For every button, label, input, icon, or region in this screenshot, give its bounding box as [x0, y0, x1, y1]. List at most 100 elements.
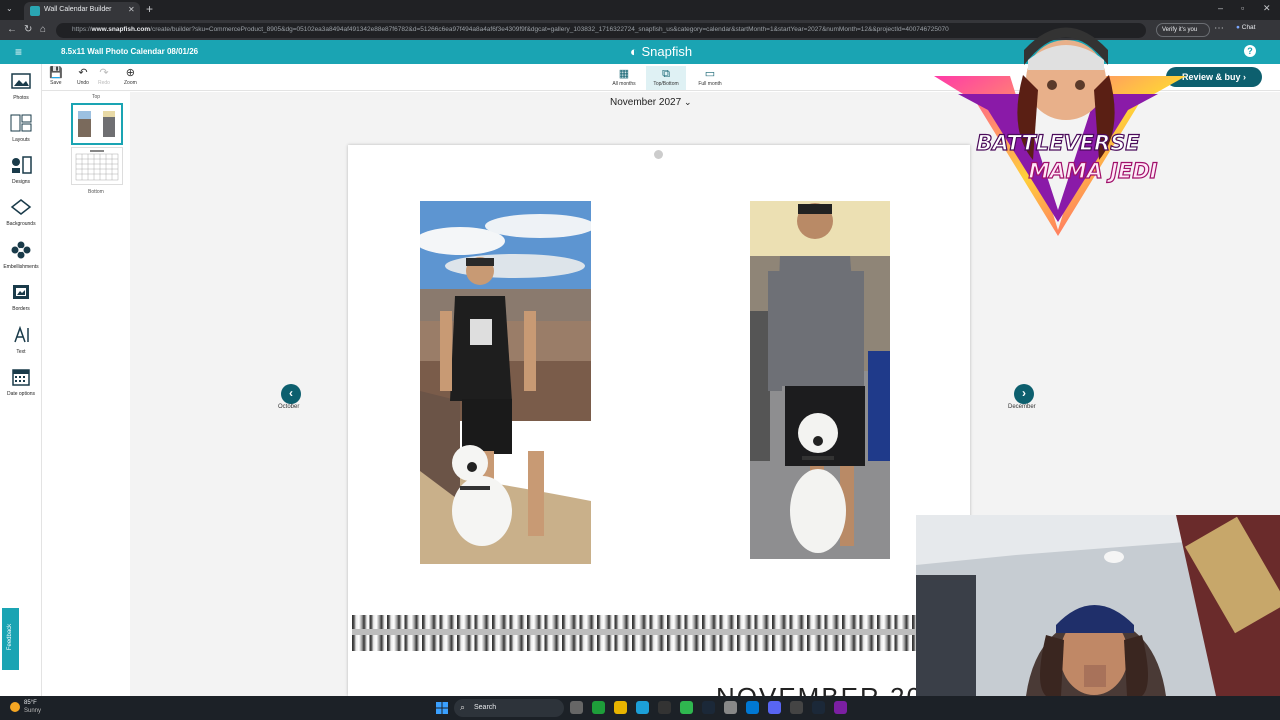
epic-games-icon[interactable]	[658, 701, 671, 714]
battleverse-logo: BATTLEVERSE MAMA JEDI	[934, 27, 1186, 236]
next-month-button[interactable]: ›	[1014, 384, 1034, 404]
maximize-icon[interactable]: ▫	[1241, 3, 1244, 13]
designs-icon	[12, 156, 32, 174]
grid-icon: ▦	[618, 68, 630, 80]
undo-button[interactable]: ↶ Undo	[77, 67, 89, 86]
discord-icon[interactable]	[768, 701, 781, 714]
thumb-top-label: Top	[92, 94, 101, 100]
sidebar-item-borders[interactable]: Borders	[0, 283, 42, 312]
sidebar-label-embellishments: Embellishments	[3, 264, 39, 270]
obs-icon[interactable]	[790, 701, 803, 714]
zoom-icon: ⊕	[125, 67, 135, 79]
calendar-app-icon[interactable]	[724, 701, 737, 714]
home-icon[interactable]: ⌂	[40, 24, 46, 35]
sidebar-label-layouts: Layouts	[12, 137, 30, 143]
copilot-icon: ●	[1236, 24, 1240, 31]
menu-icon[interactable]: ≡	[15, 46, 22, 58]
top-bottom-icon: ⧉	[662, 68, 670, 80]
canyon-photo	[420, 201, 591, 564]
thumb-bottom-label: Bottom	[88, 189, 104, 195]
redo-button[interactable]: ↷ Redo	[98, 67, 110, 86]
back-icon[interactable]: ←	[7, 24, 17, 35]
thumbnail-bottom-preview	[75, 150, 119, 181]
left-sidebar: Photos Layouts Designs Backgrounds Embel…	[0, 64, 42, 696]
thumbnail-top-page[interactable]	[71, 103, 123, 145]
snapfish-logo[interactable]: ◐ Snapfish	[630, 44, 692, 59]
redo-label: Redo	[98, 80, 110, 86]
sidebar-item-text[interactable]: Text	[0, 326, 42, 355]
save-icon: 💾	[49, 67, 63, 79]
browser-tab[interactable]: Wall Calendar Builder ✕	[24, 2, 140, 20]
xbox-icon[interactable]	[592, 701, 605, 714]
weather-temperature: 85°F	[24, 700, 37, 706]
tab-title: Wall Calendar Builder	[44, 6, 112, 13]
search-icon: ⌕	[460, 702, 466, 712]
sidebar-item-backgrounds[interactable]: Backgrounds	[0, 198, 42, 227]
sidebar-label-photos: Photos	[13, 95, 29, 101]
sidebar-item-date-options[interactable]: Date options	[0, 368, 42, 397]
date-options-icon	[12, 369, 30, 386]
tab-close-icon[interactable]: ✕	[128, 5, 135, 14]
month-selector[interactable]: November 2027 ⌄	[610, 97, 691, 108]
text-icon	[14, 326, 29, 343]
windows-taskbar: 85°F Sunny ⌕ Search	[0, 696, 1280, 720]
backgrounds-icon	[10, 199, 32, 215]
chevron-right-icon: ›	[1022, 386, 1026, 400]
zoom-button[interactable]: ⊕ Zoom	[124, 67, 137, 86]
calendar-page: NOVEMBER 2027	[348, 145, 970, 712]
view-full-month-label: Full month	[698, 81, 722, 87]
brand-name: Snapfish	[641, 44, 693, 59]
photo-slot-right[interactable]	[750, 201, 890, 559]
sidebar-item-designs[interactable]: Designs	[0, 156, 42, 185]
edge-icon[interactable]	[636, 701, 649, 714]
redo-icon: ↷	[99, 67, 109, 79]
new-tab-icon[interactable]: +	[146, 2, 153, 16]
view-all-months[interactable]: ▦ All months	[604, 66, 644, 90]
thumbnail-bottom-page[interactable]	[71, 147, 123, 185]
save-label: Save	[50, 80, 62, 86]
more-options-icon[interactable]: ⋯	[1214, 23, 1224, 34]
view-top-bottom[interactable]: ⧉ Top/Bottom	[646, 66, 686, 90]
webcam-overlay	[916, 515, 1280, 696]
windows-start-icon[interactable]	[436, 702, 448, 714]
taskbar-search[interactable]: ⌕ Search	[454, 699, 564, 717]
close-window-icon[interactable]: ✕	[1263, 3, 1271, 14]
fish-icon: ◐	[630, 44, 638, 59]
thumbnail-top-preview	[78, 111, 115, 137]
sidebar-label-date-options: Date options	[6, 391, 36, 397]
save-button[interactable]: 💾 Save	[49, 67, 63, 86]
prev-month-button[interactable]: ‹	[281, 384, 301, 404]
stream-app-icon[interactable]	[834, 701, 847, 714]
weather-condition: Sunny	[24, 708, 42, 714]
full-month-icon: ▭	[704, 68, 716, 80]
sidebar-item-photos[interactable]: Photos	[0, 72, 42, 101]
logo-line-1: BATTLEVERSE	[976, 131, 1140, 155]
sidebar-item-embellishments[interactable]: Embellishments	[0, 241, 42, 270]
tab-list-icon[interactable]: ⌄	[6, 4, 13, 13]
sidebar-label-backgrounds: Backgrounds	[6, 221, 36, 227]
sidebar-label-text: Text	[16, 349, 26, 355]
help-icon[interactable]: ?	[1244, 45, 1256, 57]
spreadsheet-icon[interactable]	[680, 701, 693, 714]
steam-icon[interactable]	[702, 701, 715, 714]
steam-client-icon[interactable]	[812, 701, 825, 714]
reload-icon[interactable]: ↻	[24, 24, 32, 35]
prev-month-label: October	[278, 404, 300, 410]
photos-app-icon[interactable]	[746, 701, 759, 714]
feedback-tab[interactable]: Feedback	[2, 608, 19, 670]
photos-icon	[11, 73, 31, 89]
view-full-month[interactable]: ▭ Full month	[690, 66, 730, 90]
project-title: 8.5x11 Wall Photo Calendar 08/01/26	[61, 47, 199, 56]
chat-button[interactable]: ● Chat	[1236, 24, 1255, 31]
spiral-wire	[352, 629, 918, 635]
embellishments-icon	[11, 241, 31, 259]
photo-slot-left[interactable]	[420, 201, 591, 564]
chevron-left-icon: ‹	[289, 386, 293, 400]
task-view-icon[interactable]	[570, 701, 583, 714]
minimize-icon[interactable]: –	[1218, 3, 1223, 13]
sidebar-label-designs: Designs	[11, 179, 31, 185]
file-explorer-icon[interactable]	[614, 701, 627, 714]
sidebar-item-layouts[interactable]: Layouts	[0, 114, 42, 143]
undo-icon: ↶	[78, 67, 88, 79]
view-top-bottom-label: Top/Bottom	[653, 81, 679, 87]
